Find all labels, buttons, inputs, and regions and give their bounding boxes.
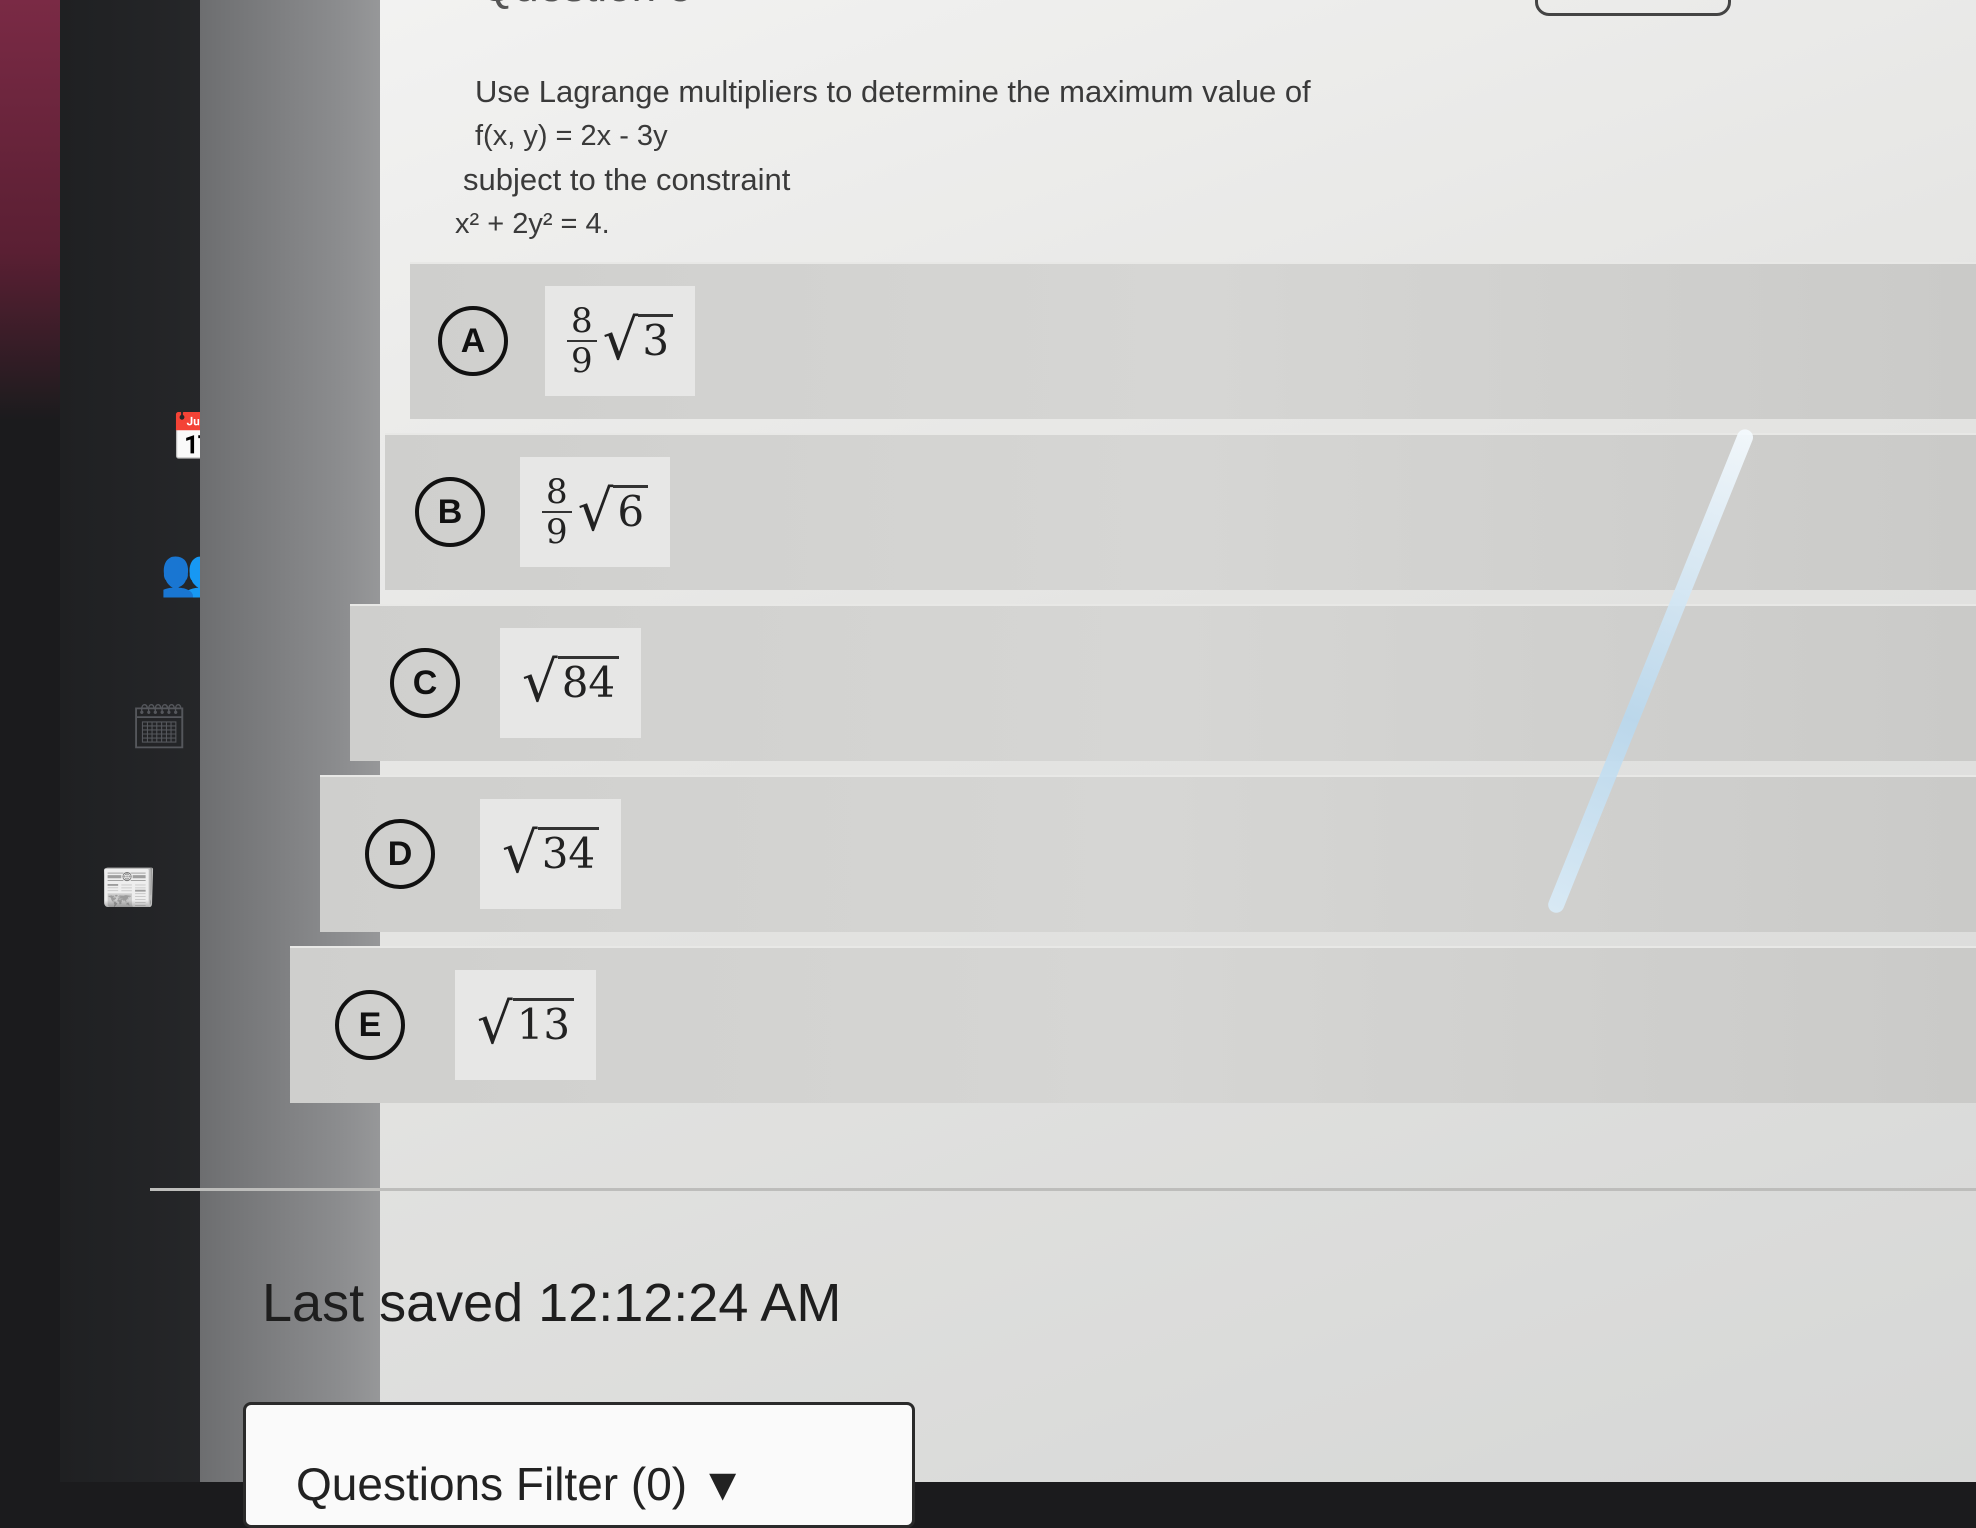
questions-filter-label: Questions Filter (0) ▼	[296, 1458, 746, 1510]
question-text: Use Lagrange multipliers to determine th…	[455, 70, 1575, 246]
choice-e-value: √ 13	[455, 970, 597, 1080]
choice-d[interactable]: D √ 34	[320, 775, 1976, 932]
radical-icon: √	[502, 821, 538, 886]
choice-e-radio[interactable]: E	[335, 990, 405, 1060]
constraint-equation: x² + 2y² = 4.	[455, 208, 610, 240]
choice-a-radio[interactable]: A	[438, 306, 508, 376]
choice-c-value: √ 84	[500, 628, 642, 738]
radical-icon: √	[577, 479, 614, 544]
square-root: √ 84	[522, 650, 620, 715]
fraction: 8 9	[542, 473, 572, 551]
choice-a-value: 8 9 √ 3	[545, 286, 696, 396]
choice-e[interactable]: E √ 13	[290, 946, 1976, 1103]
radical-icon: √	[602, 308, 639, 373]
radical-icon: √	[522, 650, 558, 715]
choice-b-value: 8 9 √ 6	[520, 457, 671, 567]
fraction: 8 9	[567, 302, 597, 380]
choice-a[interactable]: A 8 9 √ 3	[410, 262, 1976, 419]
question-heading: Question 5	[480, 0, 693, 12]
background-edge	[0, 0, 60, 420]
section-divider	[150, 1188, 1976, 1191]
choice-d-radio[interactable]: D	[365, 819, 435, 889]
choice-c[interactable]: C √ 84	[350, 604, 1976, 761]
radical-icon: √	[477, 992, 513, 1057]
choice-d-value: √ 34	[480, 799, 622, 909]
square-root: √ 3	[602, 308, 674, 373]
answer-choices: A 8 9 √ 3 B 8 9 √ 6 C √ 84 D √ 34 E √ 13	[290, 262, 1976, 1117]
constraint-label: subject to the constraint	[463, 162, 791, 197]
choice-c-radio[interactable]: C	[390, 648, 460, 718]
document-icon[interactable]: 📰	[100, 860, 157, 915]
square-root: √ 13	[477, 992, 575, 1057]
question-function: f(x, y) = 2x - 3y	[475, 120, 668, 152]
square-root: √ 34	[502, 821, 600, 886]
choice-b-radio[interactable]: B	[415, 477, 485, 547]
grid-calendar-icon[interactable]: 🗓	[130, 700, 188, 755]
square-root: √ 6	[577, 479, 649, 544]
questions-filter-dropdown[interactable]: Questions Filter (0) ▼	[243, 1402, 915, 1528]
last-saved-status: Last saved 12:12:24 AM	[262, 1273, 842, 1333]
top-button-edge[interactable]	[1535, 0, 1731, 16]
question-prompt: Use Lagrange multipliers to determine th…	[475, 74, 1311, 109]
